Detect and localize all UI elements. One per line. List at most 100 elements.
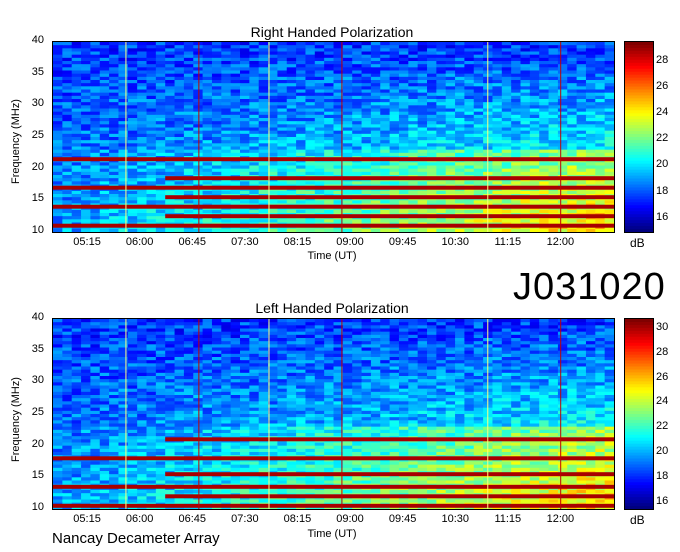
spectrogram-cell	[118, 219, 129, 223]
spectrogram-cell	[71, 165, 82, 170]
colorbar-step	[625, 113, 653, 117]
spectrogram-cell	[520, 61, 531, 65]
spectrogram-cell	[492, 57, 503, 62]
spectrogram-cell	[464, 190, 475, 195]
spectrogram-cell	[576, 105, 587, 109]
spectrogram-cell	[99, 118, 110, 122]
spectrogram-cell	[118, 181, 129, 185]
spectrogram-cell	[53, 124, 63, 128]
spectrogram-cell	[529, 357, 540, 361]
spectrogram-cell	[137, 133, 147, 138]
spectrogram-cell	[99, 146, 110, 151]
spectrogram-cell	[62, 130, 73, 135]
colorbar-tick-label: 22	[656, 132, 669, 145]
spectrogram-cell	[277, 162, 288, 166]
spectrogram-cell	[118, 372, 129, 377]
spectrogram-cell	[585, 130, 596, 135]
spectrogram-cell	[81, 73, 91, 78]
spectrogram-cell	[118, 382, 129, 386]
spectrogram-cell	[529, 344, 540, 348]
spectrogram-cell	[529, 127, 540, 132]
spectrogram-cell	[90, 197, 101, 201]
spectrogram-cell	[361, 228, 372, 232]
spectrogram-cell	[174, 379, 185, 383]
spectrogram-cell	[427, 54, 437, 59]
spectrogram-cell	[380, 67, 391, 71]
spectrogram-cell	[183, 83, 194, 87]
spectrogram-cell	[240, 130, 250, 135]
spectrogram-cell	[230, 89, 241, 94]
spectrogram-cell	[567, 168, 578, 173]
spectrogram-cell	[109, 57, 119, 62]
spectrogram-cell	[202, 114, 213, 119]
spectrogram-cell	[165, 341, 176, 345]
spectrogram-cell	[183, 146, 194, 151]
spectrogram-cell	[268, 372, 278, 377]
spectrogram-cell	[137, 168, 147, 173]
spectrogram-cell	[389, 152, 400, 157]
spectrogram-cell	[268, 73, 278, 78]
spectrogram-cell	[464, 114, 475, 119]
spectrogram-cell	[193, 328, 204, 333]
spectrogram-cell	[511, 363, 521, 367]
spectrogram-cell	[380, 382, 391, 386]
spectrogram-cell	[268, 76, 278, 81]
spectrogram-cell	[585, 80, 596, 84]
spectrogram-cell	[511, 105, 521, 109]
spectrogram-cell	[436, 353, 447, 358]
spectrogram-cell	[230, 45, 241, 49]
spectrogram-cell	[62, 57, 73, 62]
colorbar-step	[625, 83, 653, 88]
spectrogram-cell	[529, 83, 540, 87]
spectrogram-cell	[249, 133, 260, 138]
spectrogram-cell	[268, 209, 278, 214]
spectrogram-cell	[473, 111, 484, 116]
spectrogram-cell	[211, 209, 222, 214]
spectrogram-cell	[202, 99, 213, 103]
spectrogram-cell	[286, 341, 297, 345]
spectrogram-cell	[249, 102, 260, 106]
spectrogram-cell	[249, 64, 260, 68]
spectrogram-cell	[520, 118, 531, 122]
spectrogram-cell	[240, 357, 250, 361]
spectrogram-cell	[211, 89, 222, 94]
spectrogram-cell	[604, 341, 614, 345]
spectrogram-cell	[520, 319, 531, 323]
spectrogram-cell	[539, 61, 550, 65]
spectrogram-cell	[137, 319, 147, 323]
spectrogram-cell	[408, 114, 419, 119]
spectrogram-cell	[314, 102, 325, 106]
spectrogram-cell	[380, 357, 391, 361]
spectrogram-cell	[314, 357, 325, 361]
spectrogram-cell	[146, 190, 157, 195]
spectrogram-cell	[183, 353, 194, 358]
spectrogram-cell	[520, 382, 531, 386]
spectrogram-cell	[193, 382, 204, 386]
spectrogram-cell	[240, 165, 250, 170]
spectrogram-cell	[576, 152, 587, 157]
spectrogram-cell	[464, 121, 475, 125]
spectrogram-cell	[174, 146, 185, 151]
spectrogram-cell	[296, 360, 306, 364]
spectrogram-cell	[324, 89, 334, 94]
spectrogram-cell	[529, 130, 540, 135]
spectrogram-cell	[389, 162, 400, 166]
spectrogram-cell	[127, 344, 138, 348]
spectrogram-cell	[417, 105, 428, 109]
spectrogram-cell	[249, 80, 260, 84]
spectrogram-cell	[501, 57, 512, 62]
spectrogram-cell	[183, 228, 194, 232]
spectrogram-cell	[427, 51, 437, 56]
spectrogram-cell	[604, 200, 614, 204]
spectrogram-cell	[109, 86, 119, 90]
spectrogram-cell	[361, 353, 372, 358]
spectrogram-cell	[455, 70, 465, 75]
spectrogram-cell	[324, 111, 334, 116]
spectrogram-cell	[464, 83, 475, 87]
spectrogram-cell	[305, 372, 316, 377]
spectrogram-cell	[165, 360, 176, 364]
spectrogram-cell	[174, 165, 185, 170]
spectrogram-cell	[436, 102, 447, 106]
spectrogram-cell	[193, 48, 204, 52]
spectrogram-cell	[155, 181, 166, 185]
